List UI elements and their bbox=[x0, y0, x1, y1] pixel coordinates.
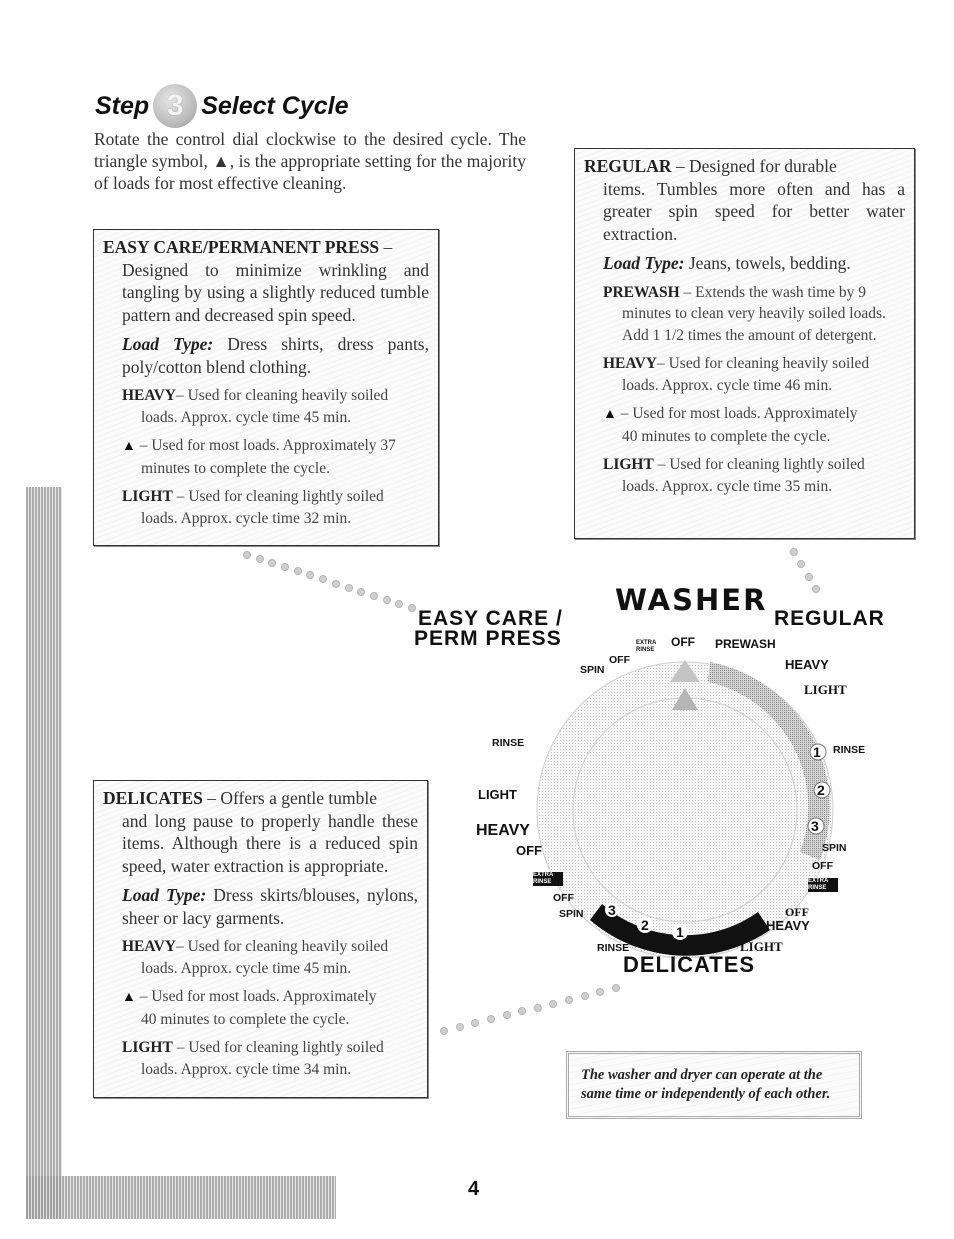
dial-label-light: LIGHT bbox=[804, 682, 847, 697]
setting-normal: ▲ – Used for most loads. Approximately 3… bbox=[122, 437, 396, 477]
delicates-number-2: 2 bbox=[641, 917, 649, 933]
decorative-stripe-vertical bbox=[26, 487, 62, 1219]
washer-title: WASHER bbox=[615, 583, 768, 617]
leader-dot bbox=[790, 548, 798, 556]
leader-dot bbox=[565, 995, 574, 1004]
triangle-icon: ▲ bbox=[122, 990, 136, 1005]
dial-knob[interactable] bbox=[572, 697, 798, 923]
page-number: 4 bbox=[468, 1178, 480, 1200]
regular-dial-label: REGULAR bbox=[774, 607, 885, 630]
leader-dot bbox=[408, 604, 416, 612]
leader-dot bbox=[395, 599, 404, 608]
regular-number-2: 2 bbox=[817, 782, 825, 798]
setting-heavy: HEAVY– Used for cleaning heavily soiled … bbox=[122, 938, 389, 977]
leader-dot bbox=[486, 1015, 495, 1024]
dial-label-heavy: HEAVY bbox=[785, 657, 829, 672]
leader-dot bbox=[797, 560, 806, 569]
easy-care-dial-label-line1: EASY CARE / bbox=[418, 607, 563, 630]
dial-label-rinse: RINSE bbox=[833, 744, 866, 756]
leader-dot bbox=[344, 583, 353, 592]
leader-dot bbox=[471, 1019, 480, 1028]
delicates-load-type: Load Type: Dress skirts/blouses, nylons,… bbox=[122, 885, 419, 928]
dial-label-spin: SPIN bbox=[822, 842, 847, 854]
dial-label-heavy: HEAVY bbox=[766, 918, 810, 933]
setting-light: LIGHT – Used for cleaning lightly soiled… bbox=[122, 488, 384, 527]
leader-dot bbox=[357, 587, 366, 596]
leader-dot bbox=[812, 585, 820, 593]
note-box: The washer and dryer can operate at the … bbox=[566, 1051, 862, 1119]
leader-dot bbox=[518, 1007, 527, 1016]
step-number-badge-icon: 3 bbox=[153, 84, 198, 128]
easy-care-dial-label-line2: PERM PRESS bbox=[414, 627, 562, 650]
dial-label-extra-rinse: EXTRA RINSE bbox=[636, 640, 657, 653]
dial-label-rinse: RINSE bbox=[597, 942, 630, 954]
easy-care-info-box: EASY CARE/PERMANENT PRESS – Designed to … bbox=[93, 229, 439, 546]
dial-label-spin: SPIN bbox=[580, 664, 605, 676]
easy-care-description: EASY CARE/PERMANENT PRESS – Designed to … bbox=[103, 237, 429, 325]
regular-description: REGULAR – Designed for durable items. Tu… bbox=[584, 156, 905, 244]
regular-info-box: REGULAR – Designed for durable items. Tu… bbox=[574, 148, 915, 539]
leader-dot bbox=[580, 991, 589, 1000]
triangle-icon: ▲ bbox=[603, 407, 617, 422]
leader-dot bbox=[281, 563, 290, 572]
leader-dot bbox=[369, 591, 378, 600]
leader-dot bbox=[596, 987, 605, 996]
dial-label-light: LIGHT bbox=[740, 939, 783, 954]
cycle-name: REGULAR bbox=[584, 156, 672, 176]
dial-label-off: OFF bbox=[812, 860, 833, 872]
leader-dot bbox=[533, 1003, 542, 1012]
leader-dot bbox=[268, 559, 277, 568]
setting-light: LIGHT – Used for cleaning lightly soiled… bbox=[603, 456, 865, 495]
step-heading: Step 3 Select Cycle bbox=[95, 84, 349, 128]
leader-dot bbox=[382, 595, 391, 604]
delicates-info-box: DELICATES – Offers a gentle tumble and l… bbox=[93, 780, 428, 1098]
leader-dot bbox=[331, 579, 340, 588]
leader-dot bbox=[455, 1023, 464, 1032]
dial-label-rinse: RINSE bbox=[492, 737, 525, 749]
cycle-name: DELICATES bbox=[103, 788, 203, 808]
dial-label-prewash: PREWASH bbox=[715, 637, 776, 651]
cycle-name: EASY CARE/PERMANENT PRESS bbox=[103, 237, 380, 257]
delicates-number-3: 3 bbox=[608, 902, 616, 918]
dial-label-off: OFF bbox=[553, 892, 574, 904]
leader-dot bbox=[293, 567, 302, 576]
delicates-number-1: 1 bbox=[676, 924, 684, 940]
dial-label-off: OFF bbox=[609, 654, 630, 666]
setting-normal: ▲ – Used for most loads. Approximately 4… bbox=[122, 988, 377, 1028]
dial-label-off: OFF bbox=[671, 635, 695, 649]
setting-heavy: HEAVY– Used for cleaning heavily soiled … bbox=[603, 355, 870, 394]
leader-dot bbox=[549, 999, 558, 1008]
dial-label-spin: SPIN bbox=[559, 908, 584, 920]
dial-label-light: LIGHT bbox=[478, 787, 517, 802]
step-number: 3 bbox=[166, 89, 184, 122]
leader-dot bbox=[502, 1011, 511, 1020]
easy-care-load-type: Load Type: Dress shirts, dress pants, po… bbox=[122, 334, 429, 377]
leader-dot bbox=[319, 575, 328, 584]
regular-number-3: 3 bbox=[811, 818, 819, 834]
leader-dot bbox=[612, 984, 620, 992]
setting-heavy: HEAVY– Used for cleaning heavily soiled … bbox=[122, 387, 389, 426]
decorative-stripe-horizontal bbox=[26, 1176, 336, 1219]
leader-dot bbox=[306, 571, 315, 580]
setting-normal: ▲ – Used for most loads. Approximately 4… bbox=[603, 405, 858, 445]
dial-label-extra-rinse: EXTRA RINSE bbox=[808, 878, 838, 892]
delicates-dial-label: DELICATES bbox=[623, 952, 756, 977]
leader-dot bbox=[440, 1027, 448, 1035]
note-text: The washer and dryer can operate at the … bbox=[581, 1067, 831, 1102]
dial-label-off: OFF bbox=[516, 843, 542, 858]
dial-label-extra-rinse: EXTRA RINSE bbox=[533, 872, 563, 886]
setting-light: LIGHT – Used for cleaning lightly soiled… bbox=[122, 1039, 384, 1078]
leader-dot bbox=[255, 555, 264, 564]
regular-load-type: Load Type: Jeans, towels, bedding. bbox=[603, 253, 851, 273]
leader-dot bbox=[804, 572, 813, 581]
step-word: Step bbox=[95, 91, 150, 120]
regular-number-1: 1 bbox=[813, 744, 821, 760]
triangle-icon: ▲ bbox=[122, 439, 136, 454]
delicates-description: DELICATES – Offers a gentle tumble and l… bbox=[103, 788, 418, 876]
dial-label-heavy: HEAVY bbox=[476, 822, 530, 839]
step-title: Select Cycle bbox=[201, 91, 349, 120]
intro-paragraph: Rotate the control dial clockwise to the… bbox=[94, 129, 526, 193]
leader-dot bbox=[243, 551, 251, 559]
setting-prewash: PREWASH – Extends the wash time by 9 min… bbox=[603, 283, 886, 344]
